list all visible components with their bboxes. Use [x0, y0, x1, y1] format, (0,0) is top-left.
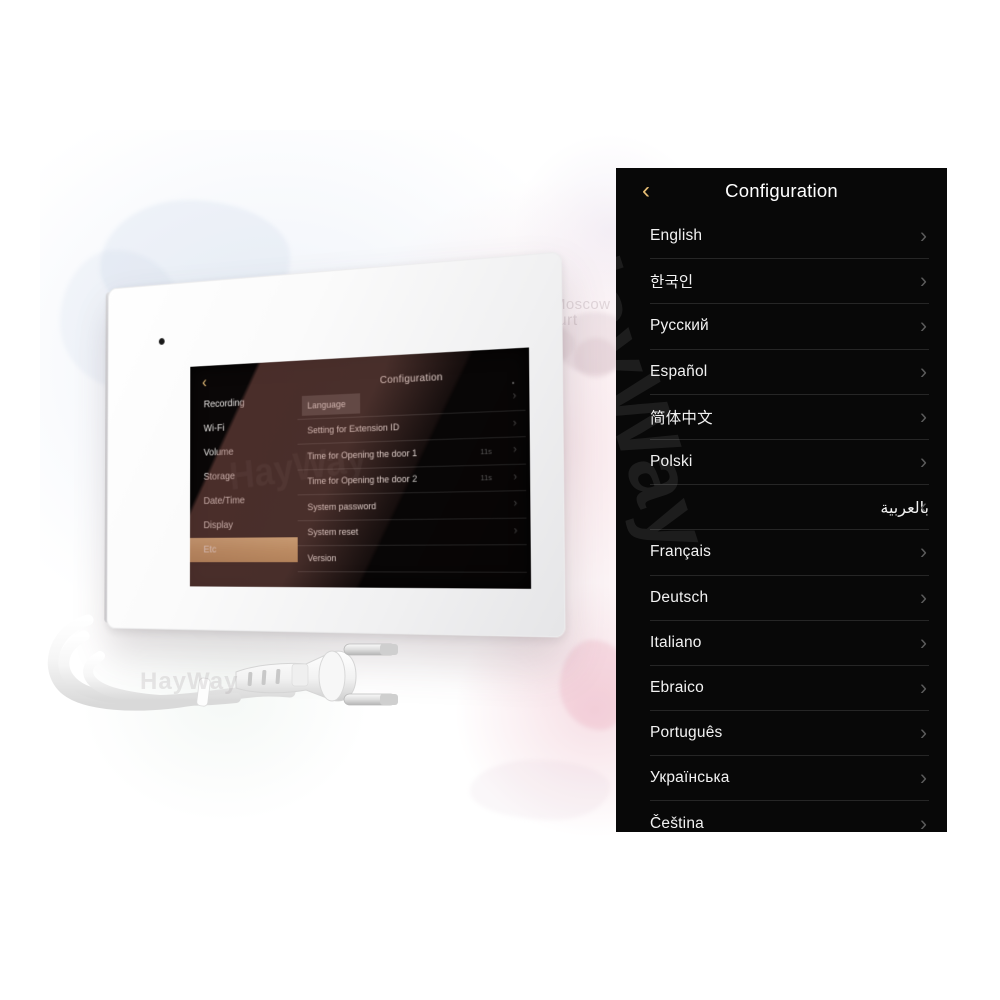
language-selection-panel: HayWay ‹ Configuration English › 한국인 › Р… [616, 168, 947, 832]
chevron-right-icon: › [920, 450, 927, 474]
chevron-right-icon: › [920, 269, 927, 293]
chevron-right-icon: › [512, 389, 517, 403]
chevron-right-icon: › [920, 812, 927, 832]
settings-row-door2-time[interactable]: Time for Opening the door 2 11s › [297, 464, 527, 496]
chevron-right-icon: › [920, 224, 927, 248]
language-label: 한국인 [650, 273, 694, 292]
language-label: Deutsch [650, 588, 709, 606]
chevron-right-icon: › [513, 470, 518, 484]
language-item-spanish[interactable]: Español › [650, 350, 929, 395]
language-label: Čeština [650, 814, 704, 832]
screen-settings-list: Language › Setting for Extension ID › Ti… [297, 383, 527, 588]
settings-row-version[interactable]: Version [297, 545, 527, 573]
language-label: Українська [650, 769, 730, 787]
language-label: Italiano [650, 633, 702, 651]
chevron-right-icon: › [920, 676, 927, 700]
camera-lens-icon [158, 337, 165, 345]
settings-row-language[interactable]: Language › [297, 383, 526, 420]
screen-back-icon[interactable]: ‹ [202, 373, 207, 392]
chevron-right-icon: › [920, 360, 927, 384]
language-item-czech[interactable]: Čeština › [650, 801, 929, 832]
chevron-right-icon: › [920, 495, 927, 519]
settings-row-extension-id[interactable]: Setting for Extension ID › [297, 410, 526, 445]
screen-page-title: Configuration [379, 370, 443, 387]
language-item-simplified-chinese[interactable]: 简体中文 › [650, 395, 929, 440]
chevron-right-icon: › [920, 405, 927, 429]
language-item-english[interactable]: English › [650, 214, 929, 260]
chevron-right-icon: › [513, 497, 518, 511]
device-screen[interactable]: HayWay ‹ Configuration Recording Wi-Fi V… [189, 347, 532, 589]
chevron-right-icon: › [512, 443, 517, 457]
screen-indicator-dot [512, 381, 515, 385]
language-item-portuguese[interactable]: Português › [650, 711, 929, 757]
chevron-right-icon: › [513, 524, 518, 538]
language-label: Español [650, 362, 708, 380]
language-item-korean[interactable]: 한국인 › [650, 259, 929, 305]
back-button[interactable]: ‹ [632, 177, 660, 205]
language-item-italian[interactable]: Italiano › [650, 621, 929, 666]
language-label: Português [650, 724, 723, 742]
chevron-right-icon: › [920, 631, 927, 655]
sidebar-item-storage[interactable]: Storage [190, 463, 297, 490]
settings-row-system-reset[interactable]: System reset › [297, 518, 527, 547]
language-item-polish[interactable]: Polski › [650, 440, 929, 486]
sidebar-item-etc[interactable]: Etc [189, 537, 298, 563]
chevron-right-icon: › [512, 416, 517, 430]
language-label: Français [650, 543, 712, 561]
language-item-arabic[interactable]: بالعربية › [650, 485, 929, 531]
language-item-ukrainian[interactable]: Українська › [650, 756, 929, 802]
chevron-left-icon: ‹ [642, 177, 650, 204]
chevron-right-icon: › [920, 721, 927, 745]
language-item-french[interactable]: Français › [650, 530, 929, 576]
settings-row-value: 11s [480, 473, 492, 483]
settings-row-label: System password [307, 500, 377, 513]
language-item-german[interactable]: Deutsch › [650, 576, 929, 621]
sidebar-item-datetime[interactable]: Date/Time [190, 487, 298, 513]
device-body: HayWay ‹ Configuration Recording Wi-Fi V… [106, 251, 566, 638]
sidebar-item-volume[interactable]: Volume [190, 438, 297, 466]
power-cord [47, 614, 398, 711]
settings-row-door1-time[interactable]: Time for Opening the door 1 11s › [297, 437, 526, 471]
settings-row-label: Version [307, 552, 337, 564]
world-map-watermark [470, 760, 610, 820]
chevron-right-icon: › [920, 766, 927, 790]
panel-header: ‹ Configuration [616, 168, 947, 214]
language-list: English › 한국인 › Русский › Español › 简体中文… [616, 214, 947, 832]
settings-row-label: Time for Opening the door 1 [307, 447, 418, 463]
language-label: Polski [650, 453, 693, 471]
sidebar-item-wifi[interactable]: Wi-Fi [190, 413, 297, 442]
settings-row-system-password[interactable]: System password › [297, 491, 527, 521]
language-label: English [650, 227, 703, 245]
screen-sidebar: Recording Wi-Fi Volume Storage Date/Time… [189, 388, 298, 587]
language-label: Ebraico [650, 678, 704, 696]
language-label: Русский [650, 317, 709, 335]
chevron-right-icon: › [920, 314, 927, 338]
settings-row-label: System reset [307, 526, 359, 539]
settings-row-label: Setting for Extension ID [307, 422, 400, 437]
settings-row-value: 11s [480, 446, 492, 457]
sidebar-item-display[interactable]: Display [190, 512, 298, 538]
chevron-right-icon: › [920, 586, 927, 610]
panel-title: Configuration [725, 180, 838, 201]
chevron-right-icon: › [920, 540, 927, 564]
language-item-russian[interactable]: Русский › [650, 304, 929, 350]
settings-row-label: Language [307, 398, 346, 412]
settings-row-label: Time for Opening the door 2 [307, 473, 418, 488]
language-item-hebrew[interactable]: Ebraico › [650, 666, 929, 712]
language-label: 简体中文 [650, 408, 713, 427]
page-root: Frankfurt Moscow HayWay ‹ Configuration … [0, 0, 1000, 1000]
